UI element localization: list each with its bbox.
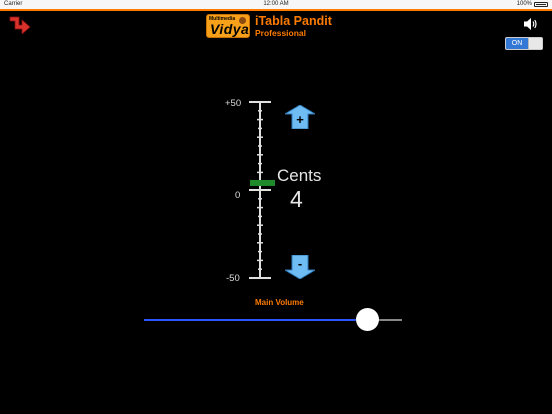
scale-max-label: +50 [225,98,242,109]
main-volume-label: Main Volume [255,298,304,307]
pitch-indicator [250,179,275,186]
slider-thumb[interactable] [356,308,380,331]
main-volume-slider[interactable] [144,307,402,331]
slider-fill [144,319,369,321]
decrease-symbol: - [298,256,302,271]
scale-min-label: -50 [226,273,240,284]
scale-zero-label: 0 [235,190,241,201]
cents-increase-button[interactable]: + [283,104,317,134]
cents-decrease-button[interactable]: - [283,254,317,284]
increase-symbol: + [296,112,304,127]
cents-label: Cents [277,166,322,185]
arrow-up-icon: + [283,104,317,130]
arrow-down-icon: - [283,254,317,280]
cents-gauge [249,101,275,279]
cents-value: 4 [290,186,303,212]
